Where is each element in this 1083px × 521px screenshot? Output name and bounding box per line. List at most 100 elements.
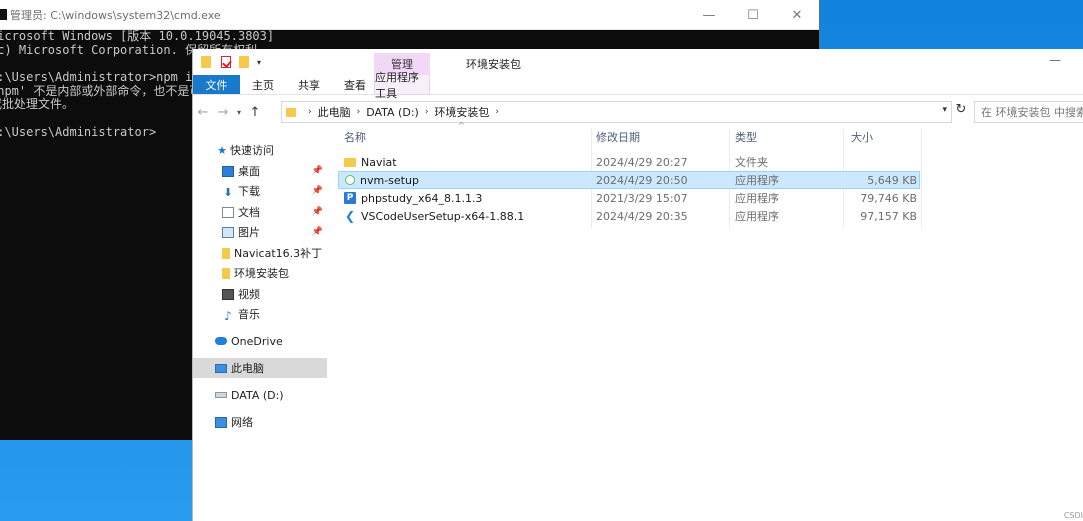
file-name-cell: nvm-setup (339, 171, 419, 189)
up-arrow-icon[interactable]: ↑ (245, 105, 265, 120)
address-dropdown-icon[interactable]: ▾ (942, 105, 947, 115)
file-name-cell: ❮ VSCodeUserSetup-x64-1.88.1 (338, 207, 524, 225)
forward-arrow-icon[interactable]: → (213, 105, 233, 120)
cmd-titlebar[interactable]: 管理员: C:\windows\system32\cmd.exe — ☐ ✕ (0, 0, 819, 30)
sidebar-item-onedrive[interactable]: OneDrive (193, 331, 327, 351)
file-date: 2024/4/29 20:35 (596, 209, 688, 223)
file-type: 应用程序 (735, 174, 779, 187)
pin-icon: 📌 (311, 166, 323, 176)
file-name-cell: Naviat (338, 153, 397, 171)
breadcrumb-this-pc[interactable]: 此电脑 (318, 104, 351, 120)
back-arrow-icon[interactable]: ← (193, 105, 213, 120)
maximize-button[interactable]: ☐ (731, 0, 775, 30)
file-date: 2024/4/29 20:50 (596, 173, 688, 187)
search-input[interactable]: 在 环境安装包 中搜索 (974, 101, 1083, 123)
minimize-button[interactable]: — (1049, 53, 1061, 67)
phpstudy-app-icon: P (344, 192, 356, 204)
file-name: VSCodeUserSetup-x64-1.88.1 (361, 209, 525, 223)
column-header-type[interactable]: 类型 (735, 129, 757, 144)
sidebar-item-data-drive[interactable]: DATA (D:) (193, 385, 327, 405)
sidebar-item-downloads[interactable]: ⬇ 下载 📌 (193, 181, 327, 201)
explorer-window[interactable]: ▾ 管理 环境安装包 — 文件 主页 共享 查看 应用程序工具 ← → ▾ ↑ … (192, 49, 1083, 521)
sidebar-item-music[interactable]: ♪ 音乐 (193, 304, 327, 324)
sidebar-item-label: 桌面 (238, 165, 260, 178)
file-size: 79,746 KB (860, 191, 917, 205)
pin-icon: 📌 (311, 207, 323, 217)
breadcrumb-separator[interactable]: › (495, 107, 499, 117)
breadcrumb-separator[interactable]: › (357, 107, 361, 117)
sidebar-item-videos[interactable]: 视频 (193, 284, 327, 304)
breadcrumb-separator[interactable]: › (308, 107, 312, 117)
sidebar-item-label: 音乐 (238, 308, 260, 321)
sidebar-item-documents[interactable]: 文档 📌 (193, 202, 327, 222)
cmd-icon (0, 9, 7, 20)
file-type: 应用程序 (735, 210, 779, 223)
customize-dropdown-icon[interactable]: ▾ (257, 58, 261, 67)
file-type: 应用程序 (735, 192, 779, 205)
cloud-icon (215, 337, 227, 345)
watermark: CSDI (1063, 511, 1083, 520)
table-row[interactable]: ❮ VSCodeUserSetup-x64-1.88.1 2024/4/29 2… (338, 207, 920, 225)
drive-icon (215, 392, 227, 398)
console-line: Microsoft Windows [版本 10.0.19045.3803] (0, 29, 275, 43)
tab-home[interactable]: 主页 (240, 75, 286, 94)
sidebar-item-env-packages[interactable]: 环境安装包 (193, 263, 327, 283)
refresh-icon[interactable]: ↻ (953, 102, 969, 122)
file-name-cell: P phpstudy_x64_8.1.1.3 (338, 189, 482, 207)
ribbon-tabs: 文件 主页 共享 查看 应用程序工具 (193, 71, 1083, 100)
sidebar-item-label: 网络 (231, 416, 253, 429)
sidebar-item-network[interactable]: 网络 (193, 412, 327, 432)
nvm-app-icon (345, 175, 355, 185)
navigation-pane: ★ 快速访问 桌面 📌 ⬇ 下载 📌 文档 📌 图片 📌 Navicat16.3… (193, 137, 327, 521)
table-row[interactable]: P phpstudy_x64_8.1.1.3 2021/3/29 15:07 应… (338, 189, 920, 207)
sidebar-item-desktop[interactable]: 桌面 📌 (193, 161, 327, 181)
sidebar-item-label: 此电脑 (231, 362, 264, 375)
document-icon (222, 206, 234, 218)
folder-icon[interactable] (201, 56, 211, 68)
quick-access-toolbar: ▾ 管理 环境安装包 — (193, 49, 1083, 75)
picture-icon (222, 226, 234, 238)
tab-app-tools[interactable]: 应用程序工具 (374, 71, 430, 100)
column-header-size[interactable]: 大小 (851, 129, 873, 144)
download-icon: ⬇ (223, 185, 233, 199)
sidebar-item-navicat[interactable]: Navicat16.3补丁 (193, 243, 327, 263)
close-button[interactable]: ✕ (775, 0, 819, 30)
breadcrumb-env-packages[interactable]: 环境安装包 (434, 104, 489, 120)
vscode-app-icon: ❮ (344, 209, 356, 223)
sidebar-item-label: DATA (D:) (231, 388, 284, 402)
file-name: phpstudy_x64_8.1.1.3 (361, 191, 483, 205)
sidebar-item-this-pc[interactable]: 此电脑 (193, 358, 327, 378)
new-folder-icon[interactable] (239, 56, 249, 68)
tab-view[interactable]: 查看 (332, 75, 378, 94)
pin-icon: 📌 (311, 186, 323, 196)
sidebar-item-label: 快速访问 (230, 144, 274, 157)
file-size: 5,649 KB (867, 173, 917, 187)
file-size: 97,157 KB (860, 209, 917, 223)
properties-icon[interactable] (221, 56, 231, 68)
tab-share[interactable]: 共享 (286, 75, 332, 94)
table-row[interactable]: Naviat 2024/4/29 20:27 文件夹 (338, 153, 920, 171)
window-title: 环境安装包 (466, 58, 521, 71)
breadcrumb-data-drive[interactable]: DATA (D:) (366, 106, 419, 119)
folder-icon (286, 107, 296, 117)
file-size (843, 153, 917, 171)
file-list: ^ 名称 修改日期 类型 大小 Naviat 2024/4/29 20:27 文… (338, 121, 1083, 521)
sidebar-item-quick-access[interactable]: ★ 快速访问 (193, 140, 327, 160)
star-icon: ★ (217, 143, 227, 157)
sidebar-item-pictures[interactable]: 图片 📌 (193, 222, 327, 242)
file-name: Naviat (361, 155, 397, 169)
video-icon (222, 288, 234, 300)
pin-icon: 📌 (311, 227, 323, 237)
recent-locations-icon[interactable]: ▾ (233, 108, 245, 117)
column-header-date[interactable]: 修改日期 (596, 129, 640, 144)
column-divider[interactable] (921, 129, 922, 229)
address-bar[interactable]: › 此电脑 › DATA (D:) › 环境安装包 › ▾ (281, 101, 952, 123)
file-date: 2024/4/29 20:27 (596, 155, 688, 169)
column-header-name[interactable]: 名称 (344, 129, 366, 144)
folder-icon (222, 267, 230, 279)
breadcrumb-separator[interactable]: › (425, 107, 429, 117)
table-row[interactable]: nvm-setup 2024/4/29 20:50 应用程序 5,649 KB (338, 171, 920, 189)
minimize-button[interactable]: — (687, 0, 731, 30)
file-type: 文件夹 (735, 156, 768, 169)
tab-file[interactable]: 文件 (193, 75, 240, 94)
